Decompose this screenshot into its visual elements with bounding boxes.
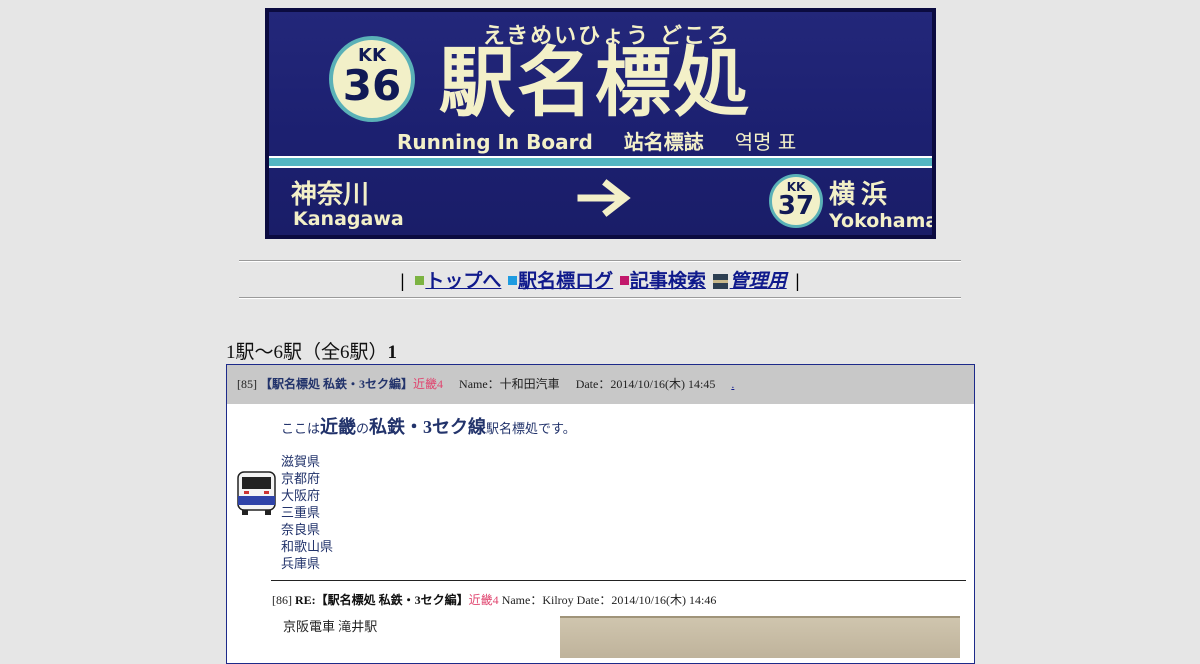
next-station-ja: 横浜 [829,180,894,210]
nav-divider-bottom [239,297,961,299]
post-id: [85] [237,377,257,391]
reply-header: [86] RE:【駅名標処 私鉄・3セク編】近畿4 Name：Kilroy Da… [272,591,716,608]
nav-top-link[interactable]: トップへ [425,271,501,292]
station-number-badge: KK 36 [329,36,415,122]
post-permalink[interactable]: . [731,377,734,391]
reply-photo [560,616,960,658]
prev-station-ja: 神奈川 [291,180,370,210]
post-body-text: の [356,421,370,436]
header-banner: えきめいひょう どころ KK 36 駅名標処 Running In Board … [265,8,936,239]
list-item: 滋賀県 [281,454,321,469]
reply-region: 近畿4 [468,593,499,607]
reply-body: 京阪電車 滝井駅 [283,619,378,634]
post-header: [85] 【駅名標処 私鉄・3セク編】近畿4 Name：十和田汽車 Date：2… [227,365,974,404]
post-body-emphasis: 近畿 [320,417,357,437]
square-bullet-icon [508,276,518,285]
next-station-en: Yokohama [829,210,936,232]
page-number[interactable]: 1 [388,342,398,363]
banner-subtitle: Running In Board 站名標誌 역명 표 [397,126,820,155]
nav-log-link[interactable]: 駅名標ログ [518,271,613,292]
post-region: 近畿4 [413,377,444,391]
reply-date: Date：2014/10/16(木) 14:46 [576,593,717,607]
prefecture-list: 滋賀県 京都府 大阪府 三重県 奈良県 和歌山県 兵庫県 [281,453,333,572]
subtitle-kr: 역명 표 [734,130,797,154]
train-icon [712,274,728,289]
list-item: 大阪府 [281,488,321,503]
result-count: 1駅～6駅（全6駅）1 [226,337,397,364]
list-item: 三重県 [281,505,321,520]
nav-admin-link[interactable]: 管理用 [730,271,787,292]
post-card: [85] 【駅名標処 私鉄・3セク編】近畿4 Name：十和田汽車 Date：2… [226,364,975,664]
reply-divider [271,580,966,581]
list-item: 奈良県 [281,522,321,537]
banner-title: 駅名標処 [439,38,751,127]
next-station-badge: KK 37 [769,174,823,228]
nav-divider-top [239,260,961,262]
banner-stripe [269,156,932,168]
reply-id: [86] [272,593,292,607]
list-item: 和歌山県 [281,539,334,554]
prev-station-en: Kanagawa [293,208,404,230]
next-station-number: 37 [777,191,815,221]
square-bullet-icon [415,276,425,285]
post-date: Date：2014/10/16(木) 14:45 [575,377,716,391]
list-item: 京都府 [281,471,321,486]
result-count-text: 1駅～6駅（全6駅） [226,342,388,363]
post-body-text: ここは [281,421,321,436]
post-title: 【駅名標処 私鉄・3セク編】 [260,377,414,391]
nav-separator: | [795,271,800,292]
arrow-right-icon [577,179,631,217]
square-bullet-icon [619,276,629,285]
reply-author: Name：Kilroy [501,593,574,607]
list-item: 兵庫県 [281,556,321,571]
subtitle-cn: 站名標誌 [623,130,704,154]
nav-separator: | [400,271,405,292]
post-body: ここは近畿の私鉄・3セク線駅名標処です。 [281,413,576,439]
station-number: 36 [342,61,402,110]
post-body-emphasis: 私鉄・3セク線 [369,417,487,437]
reply-title: RE:【駅名標処 私鉄・3セク編】 [295,593,469,607]
post-body-text: 駅名標処です。 [486,421,576,436]
post-author: Name：十和田汽車 [459,377,560,391]
subtitle-en: Running In Board [397,130,593,154]
train-avatar-icon [237,471,276,515]
nav-search-link[interactable]: 記事検索 [630,271,706,292]
main-nav: | トップへ 駅名標ログ 記事検索 管理用 | [239,266,961,293]
